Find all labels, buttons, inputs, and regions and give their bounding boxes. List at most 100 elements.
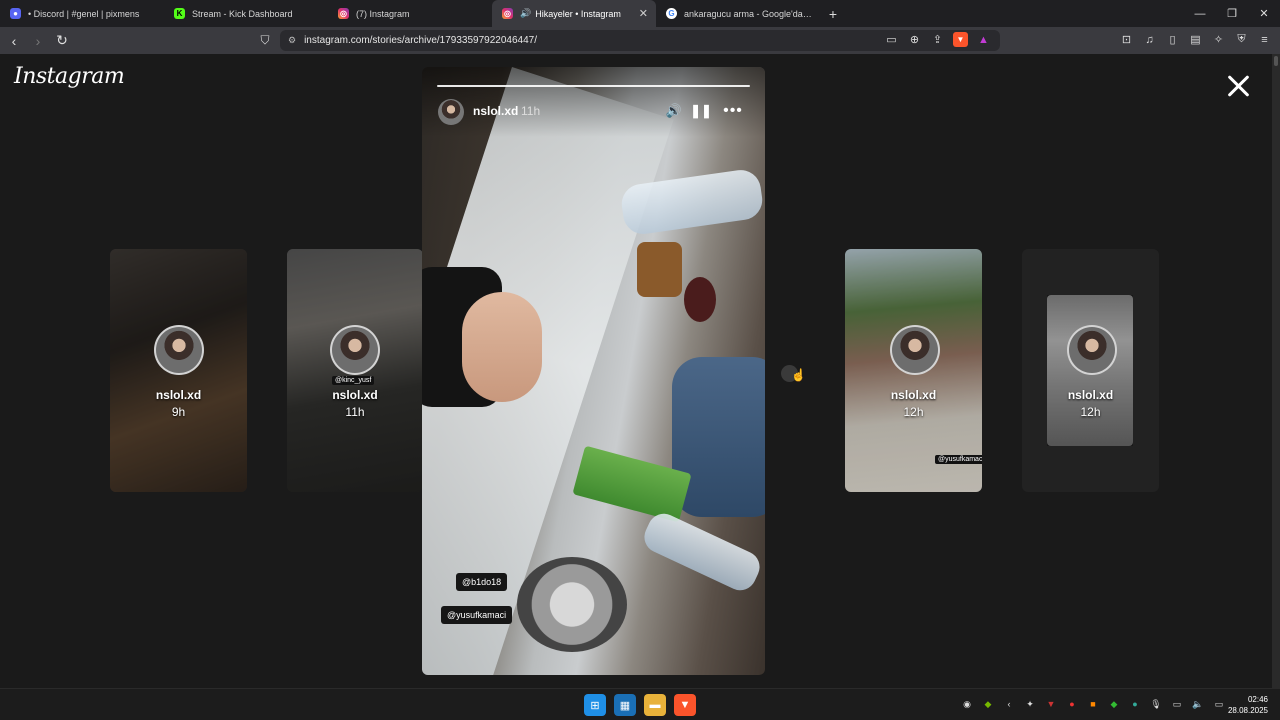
mention-sticker[interactable]: @b1do18 — [456, 573, 508, 591]
tab-hikayeler[interactable]: ◎ 🔊 Hikayeler • Instagram ✕ — [492, 0, 656, 27]
system-tray: ◉ ◆ ‹ ✦ ▼ ● ■ ◆ ● 🎙 ▭ 🔈 ▭ — [960, 697, 1226, 711]
browser-toolbar: ‹ › ↻ ⛉ ⚙ instagram.com/stories/archive/… — [0, 27, 1280, 54]
url-text: instagram.com/stories/archive/1793359792… — [304, 35, 538, 46]
more-options-icon[interactable]: ••• — [722, 102, 744, 120]
instagram-icon: ◎ — [502, 8, 513, 19]
share-icon[interactable]: ⇪ — [930, 32, 945, 47]
story-card-next-1[interactable]: nslol.xd 12h @yusufkamaci — [845, 249, 982, 492]
avatar — [890, 325, 940, 375]
hand-cursor-icon: ☝ — [791, 368, 806, 382]
tab-kick[interactable]: K Stream - Kick Dashboard — [164, 0, 328, 27]
tab-strip: ● • Discord | #genel | pixmens K Stream … — [0, 0, 1280, 27]
volume-icon[interactable]: 🔈 — [1191, 697, 1205, 711]
brave-browser-icon[interactable]: ▼ — [674, 694, 696, 716]
story-card-previous-1[interactable]: @kinc_yusf nslol.xd 11h — [287, 249, 423, 492]
address-actions: ▭ ⊕ ⇪ ▼ ▲ — [884, 32, 991, 47]
discord-icon: ● — [10, 8, 21, 19]
windows-taskbar: ⊞ ▦ ▬ ▼ ◉ ◆ ‹ ✦ ▼ ● ■ ◆ ● 🎙 ▭ 🔈 ▭ 02:46 … — [0, 688, 1280, 720]
brave-rewards-icon[interactable]: ▲ — [976, 32, 991, 47]
google-icon: G — [666, 8, 677, 19]
mention-tag: @yusufkamaci — [935, 455, 982, 464]
story-card-previous-2[interactable]: nslol.xd 9h — [110, 249, 247, 492]
app-icon[interactable]: ✦ — [1023, 697, 1037, 711]
restore-icon[interactable]: ❐ — [1216, 0, 1248, 27]
clock-date: 28.08.2025 — [1227, 706, 1268, 715]
avatar — [154, 325, 204, 375]
story-card-next-2[interactable]: nslol.xd 12h — [1022, 249, 1159, 492]
close-tab-icon[interactable]: ✕ — [639, 7, 648, 20]
minimize-icon[interactable]: — — [1184, 0, 1216, 27]
forward-icon[interactable]: › — [28, 31, 48, 51]
story-time: 9h — [171, 405, 186, 419]
app-icon[interactable]: ● — [1128, 697, 1142, 711]
wallet-icon[interactable]: ▤ — [1188, 32, 1203, 47]
avatar — [330, 325, 380, 375]
close-viewer-icon[interactable] — [1226, 74, 1250, 98]
clock[interactable]: 02:46 28.08.2025 — [1228, 694, 1268, 716]
microphone-icon[interactable]: 🎙 — [1149, 697, 1163, 711]
story-username: nslol.xd — [1067, 388, 1114, 402]
story-time: 12h — [903, 405, 924, 419]
story-time: 11h — [345, 405, 365, 419]
avatar — [1067, 325, 1117, 375]
nvidia-icon[interactable]: ◆ — [981, 697, 995, 711]
app-icon[interactable]: ● — [1065, 697, 1079, 711]
tab-title: Stream - Kick Dashboard — [192, 8, 293, 19]
new-tab-button[interactable]: + — [820, 0, 846, 27]
media-icon[interactable]: ♫ — [1142, 32, 1157, 47]
close-window-icon[interactable]: ✕ — [1248, 0, 1280, 27]
screenshot-icon[interactable]: ⊡ — [1119, 32, 1134, 47]
clock-time: 02:46 — [1247, 695, 1268, 704]
pause-icon[interactable]: ❚❚ — [690, 102, 712, 120]
tab-title: • Discord | #genel | pixmens — [28, 8, 140, 19]
steam-icon[interactable]: ◉ — [960, 697, 974, 711]
sidebar-icon[interactable]: ▯ — [1165, 32, 1180, 47]
tab-title: Hikayeler • Instagram — [535, 8, 621, 19]
app-icon[interactable]: ◆ — [1107, 697, 1121, 711]
app-icon[interactable]: ■ — [1086, 697, 1100, 711]
app-icon[interactable]: ▼ — [1044, 697, 1058, 711]
stories-viewer: Instagram nslol.xd 9h @kinc_yusf nslol.x… — [0, 54, 1272, 688]
network-icon[interactable]: ▭ — [1170, 697, 1184, 711]
menu-icon[interactable]: ≡ — [1257, 32, 1272, 47]
photos-icon[interactable]: ▦ — [614, 694, 636, 716]
site-info-icon[interactable]: ⚙ — [288, 35, 296, 46]
story-time: 12h — [1080, 405, 1101, 419]
story-time: 11h — [521, 104, 541, 118]
current-story[interactable]: nslol.xd 11h 🔊 ❚❚ ••• @b1do18 @yusufkama… — [422, 67, 765, 675]
mention-tag: @kinc_yusf — [332, 376, 375, 385]
battery-icon[interactable]: ▭ — [1212, 697, 1226, 711]
vpn-icon[interactable]: ⛨ — [1234, 32, 1249, 47]
story-username[interactable]: nslol.xd — [473, 104, 518, 118]
toolbar-right: ⊡ ♫ ▯ ▤ ✧ ⛨ ≡ — [1119, 32, 1272, 47]
story-username: nslol.xd — [155, 388, 202, 402]
tab-discord[interactable]: ● • Discord | #genel | pixmens — [0, 0, 164, 27]
bookmark-icon[interactable]: ⛉ — [258, 31, 272, 49]
tab-instagram[interactable]: ◎ (7) Instagram — [328, 0, 492, 27]
story-username: nslol.xd — [890, 388, 937, 402]
brave-shield-icon[interactable]: ▼ — [953, 32, 968, 47]
page-scrollbar[interactable] — [1272, 54, 1280, 688]
start-icon[interactable]: ⊞ — [584, 694, 606, 716]
tab-title: ankaragucu arma - Google'da Ara — [684, 8, 812, 19]
app-icon[interactable]: ‹ — [1002, 697, 1016, 711]
tab-google[interactable]: G ankaragucu arma - Google'da Ara — [656, 0, 820, 27]
instagram-icon: ◎ — [338, 8, 349, 19]
file-explorer-icon[interactable]: ▬ — [644, 694, 666, 716]
avatar[interactable] — [438, 99, 464, 125]
story-username: nslol.xd — [332, 388, 378, 402]
mention-sticker[interactable]: @yusufkamaci — [441, 606, 513, 624]
window-controls: — ❐ ✕ — [1184, 0, 1280, 27]
reload-icon[interactable]: ↻ — [52, 31, 72, 51]
instagram-logo[interactable]: Instagram — [14, 64, 125, 89]
taskbar-apps: ⊞ ▦ ▬ ▼ — [584, 694, 696, 716]
back-icon[interactable]: ‹ — [4, 31, 24, 51]
zoom-icon[interactable]: ⊕ — [907, 32, 922, 47]
story-progress-bar — [437, 85, 750, 87]
speaker-icon[interactable]: 🔊 — [520, 8, 531, 19]
cast-icon[interactable]: ▭ — [884, 32, 899, 47]
kick-icon: K — [174, 8, 185, 19]
tab-title: (7) Instagram — [356, 8, 410, 19]
leo-ai-icon[interactable]: ✧ — [1211, 32, 1226, 47]
volume-icon[interactable]: 🔊 — [666, 102, 682, 120]
